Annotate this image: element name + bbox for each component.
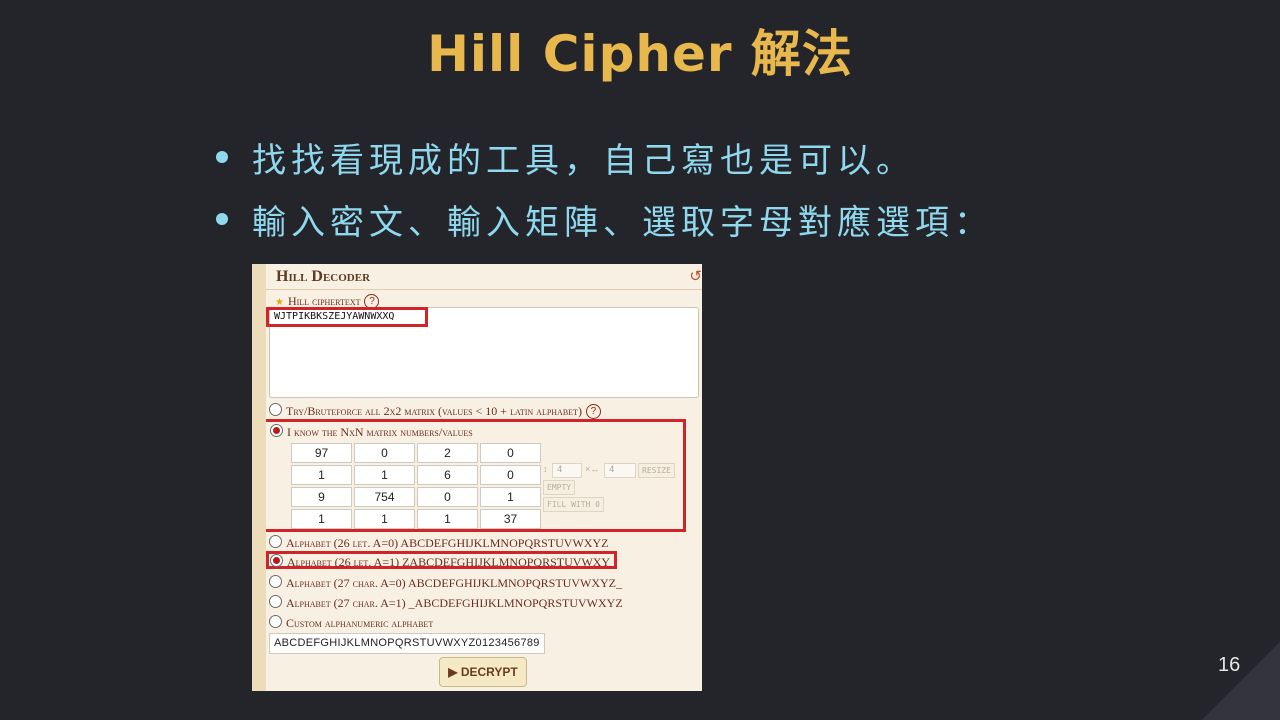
bullet-list: 找找看現成的工具，自己寫也是可以。 輸入密文、輸入矩陣、選取字母對應選項： [216,126,993,250]
alphabet-option-label: Alphabet (26 let. A=0) ABCDEFGHIJKLMNOPQ… [286,536,609,550]
bullet-text: 輸入密文、輸入矩陣、選取字母對應選項： [252,202,993,243]
alphabet-radio[interactable] [269,595,282,608]
matrix-cell[interactable]: 0 [417,487,478,507]
matrix-cell[interactable]: 754 [354,487,415,507]
known-matrix-option[interactable]: I know the NxN matrix numbers/values [287,423,473,441]
panel-header: Hill Decoder ↺ [266,264,702,290]
alphabet-option-label: Custom alphanumeric alphabet [286,616,434,630]
decrypt-label: DECRYPT [460,665,518,679]
col-size-icon: ×↔ [585,464,600,474]
bullet-dot-icon [216,213,228,225]
matrix-cell[interactable]: 97 [291,443,352,463]
resize-button[interactable]: RESIZE [638,463,675,478]
matrix-rows-input[interactable]: 4 [552,463,582,478]
matrix-cell[interactable]: 37 [480,509,541,529]
reset-icon[interactable]: ↺ [689,267,702,286]
bruteforce-option[interactable]: Try/Bruteforce all 2x2 matrix (values < … [286,402,601,420]
row-size-icon: ↕ [543,464,548,474]
play-icon: ▶ [448,665,458,679]
matrix-cell[interactable]: 1 [354,509,415,529]
custom-alphabet-input[interactable]: ABCDEFGHIJKLMNOPQRSTUVWXYZ0123456789 [269,633,545,654]
alphabet-option[interactable]: Alphabet (27 char. A=0) ABCDEFGHIJKLMNOP… [286,574,622,592]
alphabet-option-label: Alphabet (27 char. A=0) ABCDEFGHIJKLMNOP… [286,576,623,590]
bullet-item: 輸入密文、輸入矩陣、選取字母對應選項： [216,188,993,250]
matrix-cell[interactable]: 0 [480,443,541,463]
fill-zero-button[interactable]: FILL WITH 0 [543,497,604,512]
matrix-cell[interactable]: 1 [291,465,352,485]
matrix-cell[interactable]: 0 [354,443,415,463]
panel-title: Hill Decoder [276,268,371,285]
known-matrix-radio[interactable] [270,424,283,437]
help-icon[interactable]: ? [585,403,601,419]
bruteforce-label: Try/Bruteforce all 2x2 matrix (values < … [286,404,582,418]
matrix-cell[interactable]: 6 [417,465,478,485]
ciphertext-label: Hill ciphertext [287,294,361,308]
matrix-cell[interactable]: 2 [417,443,478,463]
alphabet-radio[interactable] [269,615,282,628]
ciphertext-highlight-box [266,307,428,327]
matrix-cell[interactable]: 1 [291,509,352,529]
alphabet-option[interactable]: Alphabet (26 let. A=0) ABCDEFGHIJKLMNOPQ… [286,534,608,552]
matrix-cell[interactable]: 0 [480,465,541,485]
matrix-cols-input[interactable]: 4 [604,463,636,478]
matrix-cell[interactable]: 1 [354,465,415,485]
empty-button[interactable]: EMPTY [543,480,576,495]
bullet-dot-icon [216,151,228,163]
bullet-text: 找找看現成的工具，自己寫也是可以。 [252,140,915,181]
alphabet-option[interactable]: Alphabet (27 char. A=1) _ABCDEFGHIJKLMNO… [286,594,623,612]
slide-title: Hill Cipher 解法 [427,25,853,83]
alphabet-radio[interactable] [270,554,283,567]
page-number: 16 [1218,654,1241,676]
alphabet-radio[interactable] [269,575,282,588]
alphabet-option[interactable]: Custom alphanumeric alphabet [286,614,433,632]
matrix-cell[interactable]: 1 [480,487,541,507]
matrix-cell[interactable]: 1 [417,509,478,529]
known-matrix-label: I know the NxN matrix numbers/values [287,425,473,439]
alphabet-option[interactable]: Alphabet (26 let. A=1) ZABCDEFGHIJKLMNOP… [287,553,610,571]
bullet-item: 找找看現成的工具，自己寫也是可以。 [216,126,993,188]
decrypt-button[interactable]: ▶ DECRYPT [439,657,527,687]
alphabet-option-label: Alphabet (27 char. A=1) _ABCDEFGHIJKLMNO… [286,596,623,610]
matrix-cell[interactable]: 9 [291,487,352,507]
alphabet-option-label: Alphabet (26 let. A=1) ZABCDEFGHIJKLMNOP… [287,555,611,569]
corner-decoration [1202,642,1280,720]
alphabet-radio[interactable] [269,535,282,548]
bruteforce-radio[interactable] [269,403,282,416]
hill-decoder-panel: Hill Decoder ↺ ★ Hill ciphertext ? WJTPI… [252,264,702,691]
